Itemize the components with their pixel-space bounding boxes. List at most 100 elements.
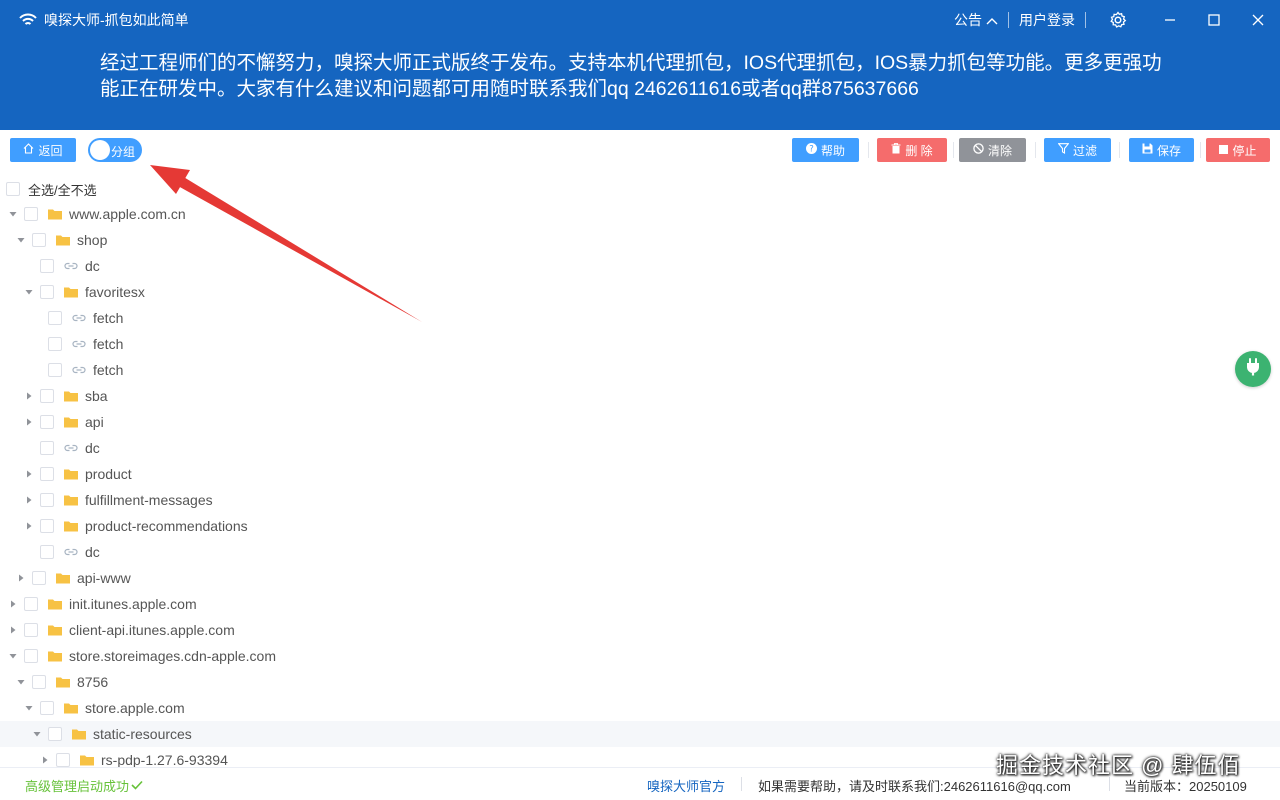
tree-node[interactable]: static-resources [0, 721, 1280, 747]
caret-spacer [22, 253, 36, 279]
link-icon [63, 258, 79, 274]
stop-button[interactable]: 停止 [1206, 138, 1270, 162]
settings-gear-icon[interactable] [1096, 0, 1140, 40]
caret-right-icon[interactable] [22, 487, 36, 513]
caret-spacer [22, 539, 36, 565]
tree-node[interactable]: fetch [0, 305, 1280, 331]
tree-node[interactable]: api [0, 409, 1280, 435]
tree-node[interactable]: favoritesx [0, 279, 1280, 305]
svg-text:?: ? [809, 145, 814, 154]
tree-node[interactable]: www.apple.com.cn [0, 201, 1280, 227]
tree-node-checkbox[interactable] [40, 441, 54, 455]
checkmark-icon [131, 778, 143, 793]
tree-node-label: product-recommendations [85, 518, 248, 534]
tree-node-checkbox[interactable] [40, 545, 54, 559]
help-button[interactable]: ? 帮助 [792, 138, 859, 162]
filter-button[interactable]: 过滤 [1044, 138, 1111, 162]
tree-node-checkbox[interactable] [40, 259, 54, 273]
tree-node[interactable]: fulfillment-messages [0, 487, 1280, 513]
trash-icon [891, 143, 901, 157]
tree-node-checkbox[interactable] [48, 727, 62, 741]
tree-node[interactable]: store.apple.com [0, 695, 1280, 721]
tree-node-checkbox[interactable] [24, 597, 38, 611]
back-button[interactable]: 返回 [10, 138, 76, 162]
caret-down-icon[interactable] [6, 201, 20, 227]
tree-node-checkbox[interactable] [32, 571, 46, 585]
caret-right-icon[interactable] [22, 409, 36, 435]
tree-node-label: client-api.itunes.apple.com [69, 622, 235, 638]
link-icon [71, 310, 87, 326]
folder-icon [55, 232, 71, 248]
caret-right-icon[interactable] [14, 565, 28, 591]
tree-node-checkbox[interactable] [56, 753, 70, 767]
folder-icon [63, 414, 79, 430]
tree-node[interactable]: product [0, 461, 1280, 487]
caret-down-icon[interactable] [22, 695, 36, 721]
caret-right-icon[interactable] [38, 747, 52, 767]
official-site-link[interactable]: 嗅探大师官方 [647, 776, 725, 795]
caret-right-icon[interactable] [22, 461, 36, 487]
tree-node-checkbox[interactable] [40, 389, 54, 403]
delete-button[interactable]: 删 除 [877, 138, 947, 162]
tree-node-checkbox[interactable] [40, 285, 54, 299]
tree-node-checkbox[interactable] [40, 415, 54, 429]
caret-down-icon[interactable] [22, 279, 36, 305]
clear-button[interactable]: 清除 [959, 138, 1026, 162]
tree-node[interactable]: init.itunes.apple.com [0, 591, 1280, 617]
tree-node-label: rs-pdp-1.27.6-93394 [101, 752, 228, 767]
tree-node-checkbox[interactable] [32, 233, 46, 247]
folder-icon [55, 674, 71, 690]
tree-node[interactable]: dc [0, 435, 1280, 461]
tree-node-label: product [85, 466, 132, 482]
tree-node-checkbox[interactable] [48, 311, 62, 325]
tree-node-checkbox[interactable] [24, 649, 38, 663]
folder-icon [47, 622, 63, 638]
caret-right-icon[interactable] [22, 383, 36, 409]
tree-node-checkbox[interactable] [32, 675, 46, 689]
tree-node[interactable]: fetch [0, 331, 1280, 357]
caret-down-icon[interactable] [30, 721, 44, 747]
caret-right-icon[interactable] [6, 617, 20, 643]
tree-node-checkbox[interactable] [40, 701, 54, 715]
minimize-icon[interactable] [1148, 0, 1192, 40]
close-icon[interactable] [1236, 0, 1280, 40]
plugin-fab-button[interactable] [1235, 351, 1271, 387]
tree-node-label: 8756 [77, 674, 109, 690]
tree-node[interactable]: client-api.itunes.apple.com [0, 617, 1280, 643]
tree-node-checkbox[interactable] [24, 207, 38, 221]
caret-right-icon[interactable] [22, 513, 36, 539]
maximize-icon[interactable] [1192, 0, 1236, 40]
select-all-checkbox[interactable] [6, 182, 20, 196]
tree-node-checkbox[interactable] [48, 337, 62, 351]
tree-node-checkbox[interactable] [40, 493, 54, 507]
tree-node-checkbox[interactable] [40, 519, 54, 533]
tree-node-label: fulfillment-messages [85, 492, 213, 508]
tree-node-checkbox[interactable] [48, 363, 62, 377]
divider [868, 142, 869, 158]
delete-label: 删 除 [905, 143, 933, 158]
group-toggle-switch[interactable]: 分组 [88, 138, 142, 162]
login-link[interactable]: 用户登录 [1009, 10, 1085, 30]
tree-node[interactable]: shop [0, 227, 1280, 253]
select-all-row[interactable]: 全选/全不选 [6, 179, 97, 199]
caret-down-icon[interactable] [14, 669, 28, 695]
funnel-icon [1057, 143, 1070, 157]
tree-node[interactable]: fetch [0, 357, 1280, 383]
caret-right-icon[interactable] [6, 591, 20, 617]
tree-node-checkbox[interactable] [24, 623, 38, 637]
caret-down-icon[interactable] [14, 227, 28, 253]
tree-node[interactable]: dc [0, 539, 1280, 565]
status-message: 高级管理启动成功 [25, 776, 143, 795]
tree-node[interactable]: 8756 [0, 669, 1280, 695]
tree-node-checkbox[interactable] [40, 467, 54, 481]
caret-down-icon[interactable] [6, 643, 20, 669]
announcement-menu[interactable]: 公告 [944, 10, 1008, 30]
link-icon [63, 440, 79, 456]
tree-node-label: dc [85, 440, 100, 456]
tree-node[interactable]: store.storeimages.cdn-apple.com [0, 643, 1280, 669]
save-button[interactable]: 保存 [1129, 138, 1194, 162]
tree-node[interactable]: api-www [0, 565, 1280, 591]
tree-node[interactable]: product-recommendations [0, 513, 1280, 539]
tree-node[interactable]: dc [0, 253, 1280, 279]
tree-node[interactable]: sba [0, 383, 1280, 409]
